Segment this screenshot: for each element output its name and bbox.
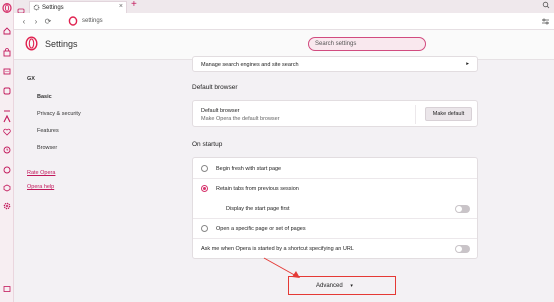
search-input[interactable]: Search settings — [308, 37, 426, 51]
page-title: Settings — [45, 39, 78, 49]
settings-content: Manage search engines and site search ▸ … — [116, 56, 554, 302]
option-begin-fresh[interactable]: Begin fresh with start page — [216, 166, 281, 172]
radio-specific-pages[interactable] — [201, 225, 208, 232]
ask-shortcut-label: Ask me when Opera is started by a shortc… — [201, 246, 354, 252]
twitch-icon[interactable] — [2, 67, 12, 77]
messenger-icon[interactable] — [2, 86, 12, 96]
make-default-button[interactable]: Make default — [425, 107, 472, 121]
nav-item-privacy[interactable]: Privacy & security — [37, 111, 81, 117]
opera-sidebar — [0, 0, 14, 302]
search-placeholder: Search settings — [315, 41, 357, 47]
heart-icon[interactable] — [2, 127, 12, 137]
forward-button[interactable]: › — [30, 17, 42, 26]
cube-icon[interactable] — [2, 183, 12, 193]
settings-nav: GX Basic Privacy & security Features Bro… — [14, 60, 116, 302]
divider — [193, 238, 477, 239]
option-retain-tabs[interactable]: Retain tabs from previous session — [216, 186, 299, 192]
tab-search-icon[interactable] — [542, 1, 550, 9]
easy-setup-icon[interactable] — [541, 17, 550, 26]
opera-o-icon — [68, 16, 78, 26]
divider — [193, 218, 477, 219]
address-field[interactable]: settings — [82, 18, 103, 24]
history-icon[interactable] — [2, 145, 12, 155]
close-tab-icon[interactable]: × — [119, 3, 123, 10]
on-startup-heading: On startup — [192, 141, 223, 148]
back-button[interactable]: ‹ — [18, 17, 30, 26]
advanced-toggle[interactable]: Advanced ▾ — [316, 283, 353, 289]
nav-item-browser[interactable]: Browser — [37, 145, 57, 151]
workspace-icon[interactable] — [17, 2, 25, 14]
rate-opera-link[interactable]: Rate Opera — [27, 170, 55, 176]
radio-retain-tabs[interactable] — [201, 185, 208, 192]
default-browser-label: Default browser — [201, 108, 240, 114]
tab-strip: Settings × + — [14, 0, 554, 14]
sidebar-setup-icon[interactable] — [2, 284, 12, 294]
default-browser-card: Default browser Make Opera the default b… — [192, 100, 478, 127]
opera-help-link[interactable]: Opera help — [27, 184, 54, 190]
chevron-right-icon: ▸ — [466, 61, 469, 67]
tab-title: Settings — [42, 4, 64, 11]
option-specific-pages[interactable]: Open a specific page or set of pages — [216, 226, 306, 232]
settings-gear-icon[interactable] — [2, 201, 12, 211]
address-bar: ‹ › ⟳ settings — [14, 13, 554, 30]
clock-icon[interactable] — [2, 165, 12, 175]
reload-button[interactable]: ⟳ — [42, 17, 54, 26]
flow-icon[interactable] — [2, 114, 12, 124]
advanced-label: Advanced — [316, 283, 343, 289]
nav-item-gx[interactable]: GX — [27, 76, 35, 82]
tab-settings[interactable]: Settings × — [29, 1, 127, 13]
gear-icon — [33, 4, 40, 11]
home-icon[interactable] — [2, 26, 12, 36]
opera-logo-icon[interactable] — [2, 3, 12, 13]
new-tab-button[interactable]: + — [131, 0, 137, 10]
ask-shortcut-toggle[interactable] — [455, 245, 470, 253]
display-start-page-toggle[interactable] — [455, 205, 470, 213]
chevron-down-icon: ▾ — [350, 283, 353, 289]
radio-begin-fresh[interactable] — [201, 165, 208, 172]
divider — [193, 178, 477, 179]
display-start-page-label: Display the start page first — [226, 206, 290, 212]
on-startup-card: Begin fresh with start page Retain tabs … — [192, 157, 478, 259]
nav-item-basic[interactable]: Basic — [37, 94, 52, 100]
divider — [415, 105, 416, 124]
default-browser-sub: Make Opera the default browser — [201, 116, 280, 122]
shopping-bag-icon[interactable] — [2, 47, 12, 57]
manage-search-engines-row[interactable]: Manage search engines and site search — [201, 62, 299, 68]
opera-logo-icon — [25, 36, 38, 51]
search-engines-card: Manage search engines and site search ▸ — [192, 56, 478, 72]
default-browser-heading: Default browser — [192, 84, 238, 91]
nav-item-features[interactable]: Features — [37, 128, 59, 134]
